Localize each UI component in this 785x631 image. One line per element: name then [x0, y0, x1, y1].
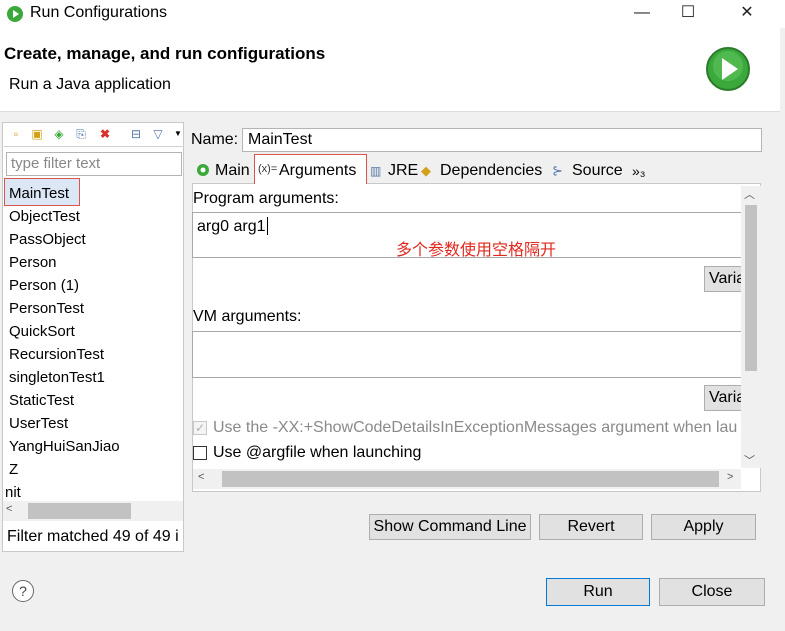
source-tab-icon: ⊱: [552, 163, 563, 178]
export-icon[interactable]: ◈: [51, 126, 67, 142]
tab-arguments[interactable]: Arguments: [279, 158, 356, 184]
config-item[interactable]: StaticTest: [9, 389, 74, 412]
collapse-all-icon[interactable]: ⊟: [128, 126, 144, 142]
tab-main[interactable]: Main: [215, 158, 250, 184]
maximize-button[interactable]: ☐: [665, 0, 711, 28]
new-config-icon[interactable]: ▫: [8, 126, 24, 142]
main-tab-icon: [196, 163, 210, 177]
show-command-line-button[interactable]: Show Command Line: [369, 514, 531, 540]
horizontal-scroll-thumb[interactable]: [222, 471, 719, 487]
text-cursor: [267, 217, 268, 235]
tab-dependencies[interactable]: Dependencies: [440, 158, 542, 184]
name-field[interactable]: MainTest: [242, 128, 762, 152]
arguments-tab-icon: (x)=: [258, 163, 278, 175]
scroll-up-icon[interactable]: ︿: [744, 186, 755, 202]
program-arguments-value: arg0 arg1: [197, 218, 266, 235]
scroll-right-icon[interactable]: >: [727, 471, 733, 483]
config-item[interactable]: UserTest: [9, 412, 68, 435]
help-icon[interactable]: ?: [12, 580, 34, 602]
vm-variables-button[interactable]: Varia: [704, 385, 742, 411]
filter-input[interactable]: type filter text: [6, 152, 182, 176]
dialog-subtitle: Run a Java application: [9, 76, 171, 93]
scroll-left-icon[interactable]: <: [198, 471, 204, 483]
scroll-left-icon[interactable]: <: [6, 503, 12, 515]
view-menu-icon[interactable]: ▼: [170, 126, 186, 142]
dependencies-tab-icon: ◆: [421, 163, 431, 178]
toolbar-divider: [4, 146, 184, 147]
annotation-text: 多个参数使用空格隔开: [396, 242, 557, 259]
run-banner-icon: [705, 46, 751, 92]
program-arguments-label: Program arguments:: [193, 190, 339, 207]
config-item[interactable]: Person (1): [9, 274, 79, 297]
close-window-button[interactable]: ✕: [724, 0, 770, 28]
close-button[interactable]: Close: [659, 578, 765, 606]
minimize-button[interactable]: —: [619, 0, 665, 28]
tab-jre[interactable]: JRE: [388, 158, 418, 184]
argfile-label: Use @argfile when launching: [213, 444, 422, 461]
config-item[interactable]: singletonTest1: [9, 366, 105, 389]
program-variables-button[interactable]: Varia: [704, 266, 742, 292]
dialog-header: [0, 28, 780, 112]
config-item[interactable]: QuickSort: [9, 320, 75, 343]
config-item-maintest[interactable]: MainTest: [9, 182, 69, 205]
jre-tab-icon: ▥: [370, 164, 382, 178]
show-details-checkbox[interactable]: ✓: [193, 421, 207, 435]
argfile-checkbox[interactable]: [193, 446, 207, 460]
revert-button[interactable]: Revert: [539, 514, 643, 540]
config-item[interactable]: PassObject: [9, 228, 86, 251]
apply-button[interactable]: Apply: [651, 514, 756, 540]
filter-status: Filter matched 49 of 49 i: [7, 528, 179, 545]
show-details-label: Use the -XX:+ShowCodeDetailsInExceptionM…: [213, 419, 738, 436]
name-label: Name:: [191, 131, 239, 148]
scroll-down-icon[interactable]: ﹀: [744, 452, 755, 468]
vm-arguments-field[interactable]: [192, 331, 742, 378]
duplicate-icon[interactable]: ⎘: [73, 126, 89, 142]
vm-arguments-label: VM arguments:: [193, 308, 302, 325]
config-item[interactable]: YangHuiSanJiao: [9, 435, 120, 458]
window-title: Run Configurations: [30, 4, 167, 21]
dialog-heading: Create, manage, and run configurations: [4, 44, 326, 63]
app-icon: [6, 5, 24, 23]
config-item[interactable]: PersonTest: [9, 297, 84, 320]
tab-overflow[interactable]: »₃: [632, 158, 646, 184]
vertical-scroll-thumb[interactable]: [745, 205, 757, 371]
run-button[interactable]: Run: [546, 578, 650, 606]
config-item[interactable]: RecursionTest: [9, 343, 104, 366]
tab-source[interactable]: Source: [572, 158, 623, 184]
config-item[interactable]: Z: [9, 458, 18, 481]
config-item[interactable]: ObjectTest: [9, 205, 80, 228]
filter-icon[interactable]: ▽: [150, 126, 166, 142]
new-prototype-icon[interactable]: ▣: [29, 126, 45, 142]
delete-icon[interactable]: ✖: [97, 126, 113, 142]
config-item[interactable]: Person: [9, 251, 57, 274]
left-scroll-thumb[interactable]: [28, 503, 131, 519]
